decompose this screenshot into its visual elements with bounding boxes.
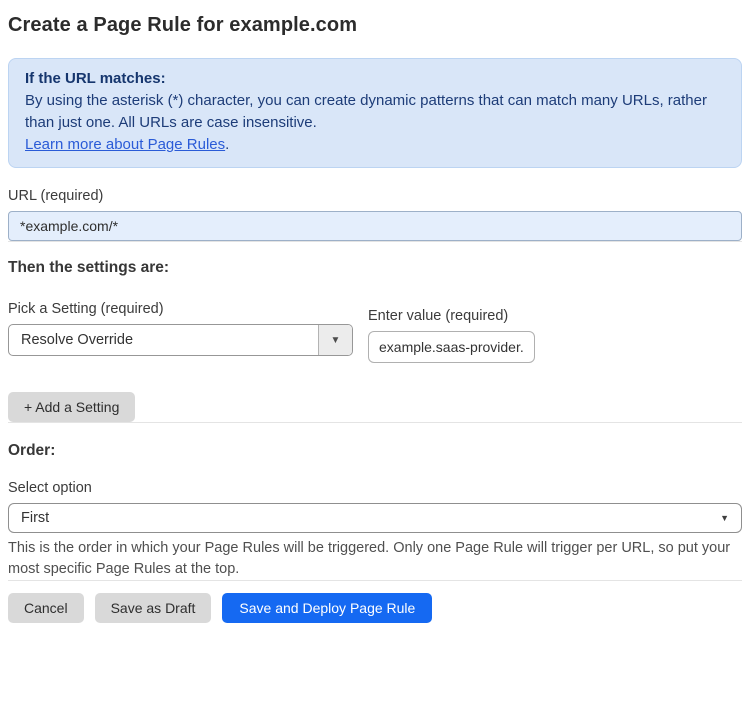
url-match-info-box: If the URL matches: By using the asteris…: [8, 58, 742, 168]
setting-value-column: Enter value (required): [368, 277, 535, 363]
link-suffix: .: [225, 136, 230, 153]
setting-value-input[interactable]: [368, 331, 535, 363]
info-box-body: By using the asterisk (*) character, you…: [25, 92, 707, 131]
section-divider-bottom: [8, 580, 742, 581]
chevron-down-icon: ▼: [720, 513, 729, 523]
section-divider-top: [8, 241, 742, 242]
add-setting-button[interactable]: + Add a Setting: [8, 392, 136, 422]
settings-row: Pick a Setting (required) Resolve Overri…: [8, 277, 742, 363]
page-rule-form: Create a Page Rule for example.com If th…: [0, 14, 750, 623]
order-select-value: First: [21, 510, 50, 526]
order-select-label: Select option: [8, 480, 92, 496]
setting-select[interactable]: Resolve Override ▼: [8, 324, 353, 356]
info-box-link-line: Learn more about Page Rules.: [25, 134, 725, 156]
value-field-label: Enter value (required): [368, 308, 509, 324]
setting-select-column: Pick a Setting (required) Resolve Overri…: [8, 277, 353, 356]
section-divider-middle: [8, 422, 742, 423]
learn-more-link[interactable]: Learn more about Page Rules: [25, 136, 225, 153]
cancel-button[interactable]: Cancel: [8, 593, 84, 623]
order-select[interactable]: First ▼: [8, 503, 742, 533]
setting-select-value: Resolve Override: [21, 332, 134, 348]
url-field-label: URL (required): [8, 188, 104, 204]
footer-actions: Cancel Save as Draft Save and Deploy Pag…: [8, 593, 742, 623]
save-draft-button[interactable]: Save as Draft: [94, 593, 212, 623]
setting-select-label: Pick a Setting (required): [8, 301, 164, 317]
url-input[interactable]: [8, 211, 742, 241]
info-box-heading: If the URL matches:: [25, 70, 166, 87]
order-help-text: This is the order in which your Page Rul…: [8, 540, 731, 577]
save-deploy-button[interactable]: Save and Deploy Page Rule: [222, 593, 433, 623]
order-section-heading: Order:: [8, 442, 56, 459]
chevron-down-icon[interactable]: ▼: [318, 325, 352, 355]
page-title: Create a Page Rule for example.com: [8, 14, 358, 36]
settings-section-heading: Then the settings are:: [8, 259, 170, 276]
